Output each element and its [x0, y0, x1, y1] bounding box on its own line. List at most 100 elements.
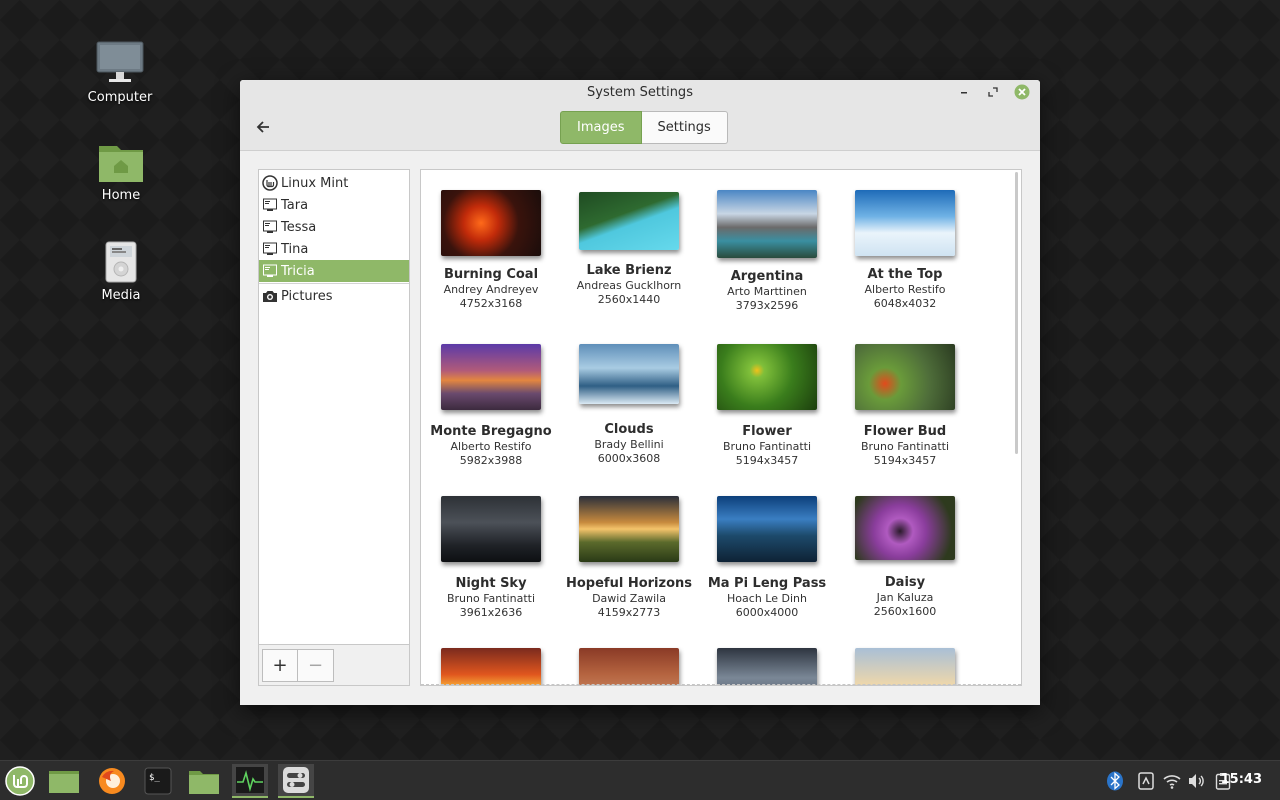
- wallpaper-tile[interactable]: [422, 648, 560, 685]
- wallpaper-tile-argentina[interactable]: Argentina Arto Marttinen 3793x2596: [698, 190, 836, 312]
- wallpaper-name: Argentina: [730, 269, 804, 284]
- grid-scrollbar[interactable]: [1015, 172, 1018, 454]
- minimize-icon: [961, 92, 967, 94]
- wallpaper-tile-ma-pi-leng-pass[interactable]: Ma Pi Leng Pass Hoach Le Dinh 6000x4000: [698, 496, 836, 619]
- wallpaper-tile[interactable]: [836, 648, 974, 685]
- sidebar-item-label: Tricia: [281, 263, 315, 279]
- wallpaper-thumbnail: [441, 190, 541, 256]
- network-button[interactable]: [1162, 771, 1182, 791]
- files-launcher[interactable]: [186, 764, 222, 798]
- view-switcher: Images Settings: [560, 111, 728, 144]
- wallpaper-tile-night-sky[interactable]: Night Sky Bruno Fantinatti 3961x2636: [422, 496, 560, 619]
- wallpaper-size: 3961x2636: [459, 606, 523, 619]
- wallpaper-tile-flower[interactable]: Flower Bruno Fantinatti 5194x3457: [698, 344, 836, 467]
- wallpaper-tile[interactable]: [560, 648, 698, 685]
- sidebar-item-tara[interactable]: Tara: [259, 194, 409, 216]
- wallpaper-size: 4752x3168: [459, 297, 523, 310]
- wallpaper-thumbnail: [717, 344, 817, 410]
- firefox-icon: [99, 768, 125, 794]
- wallpaper-author: Brady Bellini: [594, 438, 664, 451]
- back-button[interactable]: [254, 117, 274, 137]
- wallpaper-author: Arto Marttinen: [727, 285, 807, 298]
- wallpaper-name: Clouds: [604, 422, 654, 437]
- tab-images[interactable]: Images: [560, 111, 642, 144]
- wallpaper-author: Hoach Le Dinh: [727, 592, 807, 605]
- wallpaper-author: Bruno Fantinatti: [722, 440, 812, 453]
- wallpaper-tile[interactable]: [698, 648, 836, 685]
- wallpaper-tile-flower-bud[interactable]: Flower Bud Bruno Fantinatti 5194x3457: [836, 344, 974, 467]
- desktop-icon-label: Computer: [87, 90, 153, 105]
- system-settings-window: System Settings Images Settings Linux Mi…: [240, 80, 1040, 705]
- terminal-launcher[interactable]: $_: [140, 764, 176, 798]
- wallpaper-name: Burning Coal: [443, 267, 539, 282]
- minimize-button[interactable]: [956, 84, 972, 100]
- wallpaper-name: Ma Pi Leng Pass: [707, 576, 827, 591]
- wallpaper-tile-burning-coal[interactable]: Burning Coal Andrey Andreyev 4752x3168: [422, 190, 560, 310]
- wallpaper-thumbnail: [579, 648, 679, 685]
- monitor-icon: [262, 241, 278, 257]
- clock[interactable]: 15:43: [1221, 772, 1262, 787]
- wallpaper-tile-daisy[interactable]: Daisy Jan Kaluza 2560x1600: [836, 496, 974, 618]
- close-button[interactable]: [1014, 84, 1030, 100]
- wallpaper-size: 5194x3457: [735, 454, 799, 467]
- system-monitor-launcher[interactable]: [232, 764, 268, 798]
- bluetooth-button[interactable]: [1105, 771, 1125, 791]
- maximize-button[interactable]: [985, 84, 1001, 100]
- wallpaper-tile-clouds[interactable]: Clouds Brady Bellini 6000x3608: [560, 344, 698, 465]
- desktop-icon-label: Media: [101, 288, 141, 303]
- computer-icon: [96, 41, 144, 82]
- grid-bottom-edge: [421, 684, 1021, 685]
- sidebar-toolbar: + −: [259, 644, 409, 685]
- sidebar-item-tessa[interactable]: Tessa: [259, 216, 409, 238]
- wallpaper-author: Dawid Zawila: [592, 592, 666, 605]
- wallpaper-name: Night Sky: [455, 576, 527, 591]
- show-desktop-button[interactable]: [46, 764, 82, 798]
- taskbar: $_ 15:43: [0, 760, 1280, 800]
- sidebar-item-tricia[interactable]: Tricia: [259, 260, 409, 282]
- wallpaper-size: 2560x1440: [597, 293, 661, 306]
- system-settings-launcher[interactable]: [278, 764, 314, 798]
- wallpaper-thumbnail: [855, 496, 955, 560]
- terminal-icon: $_: [144, 767, 172, 795]
- wallpaper-tile-hopeful-horizons[interactable]: Hopeful Horizons Dawid Zawila 4159x2773: [560, 496, 698, 619]
- wallpaper-thumbnail: [441, 344, 541, 410]
- wallpaper-thumbnail: [441, 648, 541, 685]
- wallpaper-tile-monte-bregagno[interactable]: Monte Bregagno Alberto Restifo 5982x3988: [422, 344, 560, 467]
- add-folder-button[interactable]: +: [262, 649, 298, 682]
- wallpaper-thumbnail: [855, 344, 955, 410]
- home-folder-icon: [99, 146, 143, 182]
- system-settings-icon: [283, 767, 309, 793]
- mint-menu-button[interactable]: [2, 764, 38, 798]
- title-bar[interactable]: System Settings Images Settings: [240, 80, 1040, 151]
- wallpaper-tile-lake-brienz[interactable]: Lake Brienz Andreas Gucklhorn 2560x1440: [560, 192, 698, 306]
- desktop-icon-home[interactable]: Home: [71, 140, 171, 203]
- volume-button[interactable]: [1187, 771, 1207, 791]
- sidebar-item-tina[interactable]: Tina: [259, 238, 409, 260]
- update-manager-button[interactable]: [1136, 771, 1156, 791]
- desktop-icon-computer[interactable]: Computer: [70, 40, 170, 105]
- wallpaper-size: 5194x3457: [873, 454, 937, 467]
- desktop-icon-media[interactable]: Media: [71, 240, 171, 303]
- update-manager-icon: [1138, 772, 1154, 790]
- window-title: System Settings: [587, 85, 693, 100]
- remove-folder-button[interactable]: −: [298, 649, 334, 682]
- wallpaper-thumbnail: [855, 190, 955, 256]
- wallpaper-author: Alberto Restifo: [864, 283, 946, 296]
- wallpaper-thumbnail: [717, 496, 817, 562]
- svg-text:$_: $_: [149, 773, 160, 783]
- monitor-icon: [262, 263, 278, 279]
- firefox-launcher[interactable]: [94, 764, 130, 798]
- desktop-icon-label: Home: [101, 188, 141, 203]
- sidebar-item-label: Tina: [281, 241, 309, 257]
- wallpaper-tile-at-the-top[interactable]: At the Top Alberto Restifo 6048x4032: [836, 190, 974, 310]
- sidebar-item-label: Linux Mint: [281, 175, 349, 191]
- sidebar-item-linux-mint[interactable]: Linux Mint: [259, 172, 409, 194]
- tab-settings[interactable]: Settings: [641, 111, 728, 144]
- wallpaper-thumbnail: [579, 192, 679, 250]
- sidebar-separator: [259, 283, 409, 284]
- wallpaper-grid: Burning Coal Andrey Andreyev 4752x3168 L…: [420, 169, 1022, 686]
- volume-icon: [1189, 774, 1204, 788]
- wallpaper-name: Monte Bregagno: [430, 424, 552, 439]
- sidebar-item-pictures[interactable]: Pictures: [259, 285, 409, 307]
- wallpaper-name: Daisy: [884, 575, 926, 590]
